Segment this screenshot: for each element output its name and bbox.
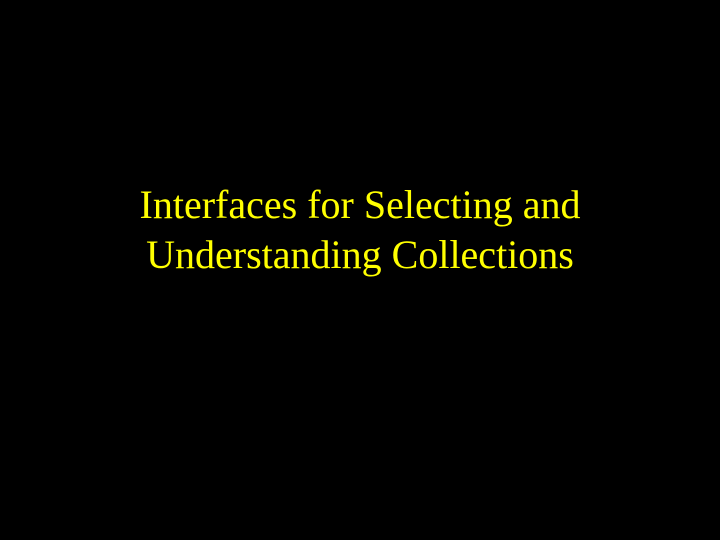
title-line-2: Understanding Collections [146, 232, 574, 277]
title-line-1: Interfaces for Selecting and [140, 182, 581, 227]
slide-container: Interfaces for Selecting and Understandi… [0, 180, 720, 280]
slide-title: Interfaces for Selecting and Understandi… [40, 180, 680, 280]
